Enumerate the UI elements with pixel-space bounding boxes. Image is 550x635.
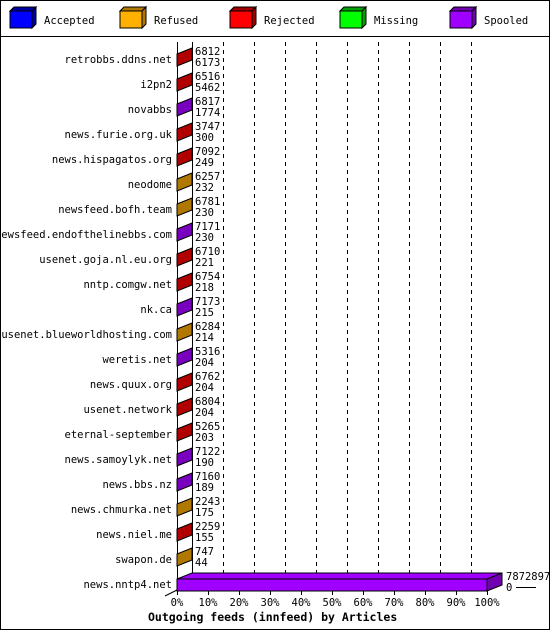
- row-label: news.furie.org.uk: [65, 129, 173, 141]
- bar-value-bottom: 221: [195, 257, 214, 269]
- bar-top: [176, 572, 503, 580]
- legend-swatch-refused: [119, 10, 143, 29]
- legend-label-rejected: Rejected: [264, 15, 315, 27]
- row-label: newsfeed.endofthelinebbs.com: [0, 229, 172, 241]
- bar-value-bottom: 203: [195, 432, 214, 444]
- outer-border: [0, 0, 550, 630]
- legend-swatch-side: [471, 5, 477, 30]
- x-tick-label: 20%: [230, 597, 250, 609]
- legend-swatch-accepted: [9, 10, 33, 29]
- row-label: nk.ca: [140, 304, 172, 316]
- bar-value-bottom: 218: [195, 282, 214, 294]
- legend-label-spooled: Spooled: [484, 15, 528, 27]
- bar-value-bottom: 204: [195, 357, 214, 369]
- legend-swatch-rejected: [229, 10, 253, 29]
- bar-value-bottom: 214: [195, 332, 214, 344]
- bar-value-bottom: 175: [195, 507, 214, 519]
- legend-swatch-side: [251, 5, 257, 30]
- bar-value-bottom: 44: [195, 557, 208, 569]
- row-label: weretis.net: [102, 354, 172, 366]
- row-label: news.nntp4.net: [83, 579, 172, 591]
- bar: [176, 578, 488, 592]
- row-label: novabbs: [128, 104, 172, 116]
- bar-value-bottom: 1774: [195, 107, 220, 119]
- bar-value-top: 7872897: [506, 571, 550, 583]
- x-tick-label: 40%: [292, 597, 312, 609]
- x-tick-label: 10%: [199, 597, 219, 609]
- innfeed-chart: Accepted Refused Rejected Missing Spooled 0%…: [0, 0, 550, 630]
- bar-value-bottom: 300: [195, 132, 214, 144]
- x-tick-label: 0%: [171, 597, 184, 609]
- row-label: retrobbs.ddns.net: [65, 54, 172, 66]
- row-label: usenet.blueworldhosting.com: [1, 329, 172, 341]
- bar-value-bottom: 189: [195, 482, 214, 494]
- legend-swatch-side: [141, 5, 147, 30]
- row-label: i2pn2: [140, 79, 172, 91]
- x-tick-label: 100%: [474, 597, 500, 609]
- x-tick-label: 60%: [354, 597, 374, 609]
- row-label: usenet.goja.nl.eu.org: [39, 254, 172, 266]
- x-tick-label: 30%: [261, 597, 281, 609]
- legend-label-accepted: Accepted: [44, 15, 95, 27]
- x-tick-label: 70%: [385, 597, 405, 609]
- bar-value-bottom: 204: [195, 382, 214, 394]
- row-label: news.bbs.nz: [102, 479, 172, 491]
- row-label: newsfeed.bofh.team: [58, 204, 172, 216]
- row-label: neodome: [128, 179, 172, 191]
- bar-value-bottom: 190: [195, 457, 214, 469]
- legend-swatch-side: [31, 5, 37, 30]
- row-label: eternal-september: [65, 429, 172, 441]
- row-label: news.hispagatos.org: [52, 154, 172, 166]
- legend-swatch-side: [361, 5, 367, 30]
- bar-value-bottom: 204: [195, 407, 214, 419]
- row-label: news.niel.me: [96, 529, 172, 541]
- x-tick-label: 50%: [323, 597, 343, 609]
- bar-value-bottom: 5462: [195, 82, 220, 94]
- bar-value-bottom: 230: [195, 232, 214, 244]
- legend-label-missing: Missing: [374, 15, 418, 27]
- row-label: news.quux.org: [90, 379, 172, 391]
- chart-title: Outgoing feeds (innfeed) by Articles: [148, 610, 397, 624]
- row-label: usenet.network: [83, 404, 172, 416]
- x-tick-label: 90%: [447, 597, 467, 609]
- bar-value-bottom: 155: [195, 532, 214, 544]
- legend-swatch-missing: [339, 10, 363, 29]
- bar-value-bottom: 215: [195, 307, 214, 319]
- bar-value-bottom: 230: [195, 207, 214, 219]
- bar-value-bottom: 6173: [195, 57, 220, 69]
- row-label: nntp.comgw.net: [83, 279, 172, 291]
- x-tick-label: 80%: [416, 597, 436, 609]
- bar-value-bottom: 249: [195, 157, 214, 169]
- legend-swatch-spooled: [449, 10, 473, 29]
- bar-value-bottom: 232: [195, 182, 214, 194]
- bar-value-bottom: 0: [506, 582, 512, 594]
- row-label: news.chmurka.net: [71, 504, 172, 516]
- legend-label-refused: Refused: [154, 15, 198, 27]
- row-label: news.samoylyk.net: [65, 454, 172, 466]
- chart-container: Accepted Refused Rejected Missing Spooled 0%…: [0, 0, 550, 630]
- row-label: swapon.de: [115, 554, 172, 566]
